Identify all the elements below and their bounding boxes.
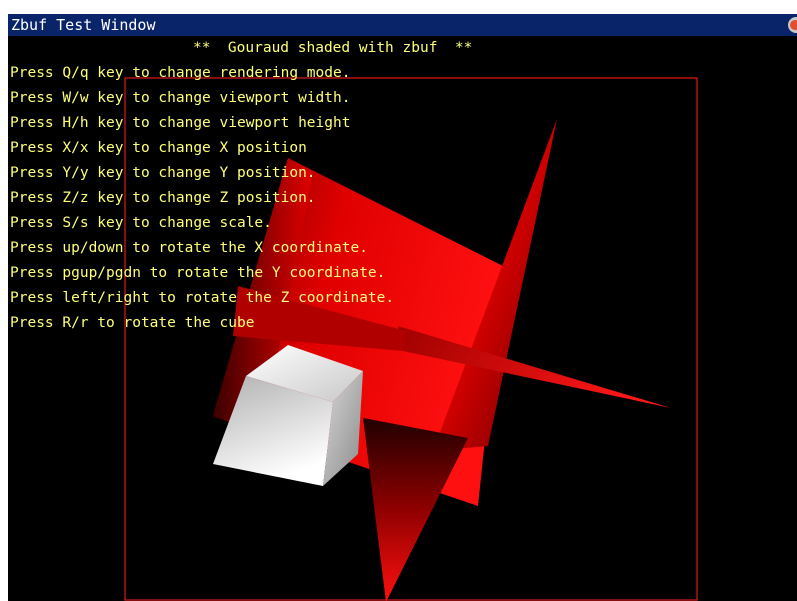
title-bar[interactable]: Zbuf Test Window	[8, 14, 797, 36]
instruction-y-position: Press Y/y key to change Y position.	[10, 165, 316, 181]
instruction-rotate-cube: Press R/r to rotate the cube	[10, 315, 255, 331]
instruction-rotate-y: Press pgup/pgdn to rotate the Y coordina…	[10, 265, 386, 281]
zbuf-test-window: Zbuf Test Window ** Gouraud shaded with …	[0, 0, 797, 601]
instruction-z-position: Press Z/z key to change Z position.	[10, 190, 316, 206]
instruction-x-position: Press X/x key to change X position	[10, 140, 307, 156]
instruction-viewport-width: Press W/w key to change viewport width.	[10, 90, 351, 106]
close-icon	[790, 20, 797, 30]
instructions-list: Press Q/q key to change rendering mode. …	[10, 61, 394, 336]
instruction-rotate-x: Press up/down to rotate the X coordinate…	[10, 240, 368, 256]
lower-spike-plane	[363, 418, 468, 601]
render-mode-heading: ** Gouraud shaded with zbuf **	[193, 40, 473, 56]
instruction-rotate-z: Press left/right to rotate the Z coordin…	[10, 290, 395, 306]
render-canvas[interactable]: ** Gouraud shaded with zbuf ** Press Q/q…	[8, 36, 797, 601]
close-button[interactable]	[788, 17, 797, 33]
window-title: Zbuf Test Window	[11, 16, 156, 34]
instruction-viewport-height: Press H/h key to change viewport height	[10, 115, 351, 131]
instruction-scale: Press S/s key to change scale.	[10, 215, 272, 231]
instruction-rendering-mode: Press Q/q key to change rendering mode.	[10, 65, 351, 81]
